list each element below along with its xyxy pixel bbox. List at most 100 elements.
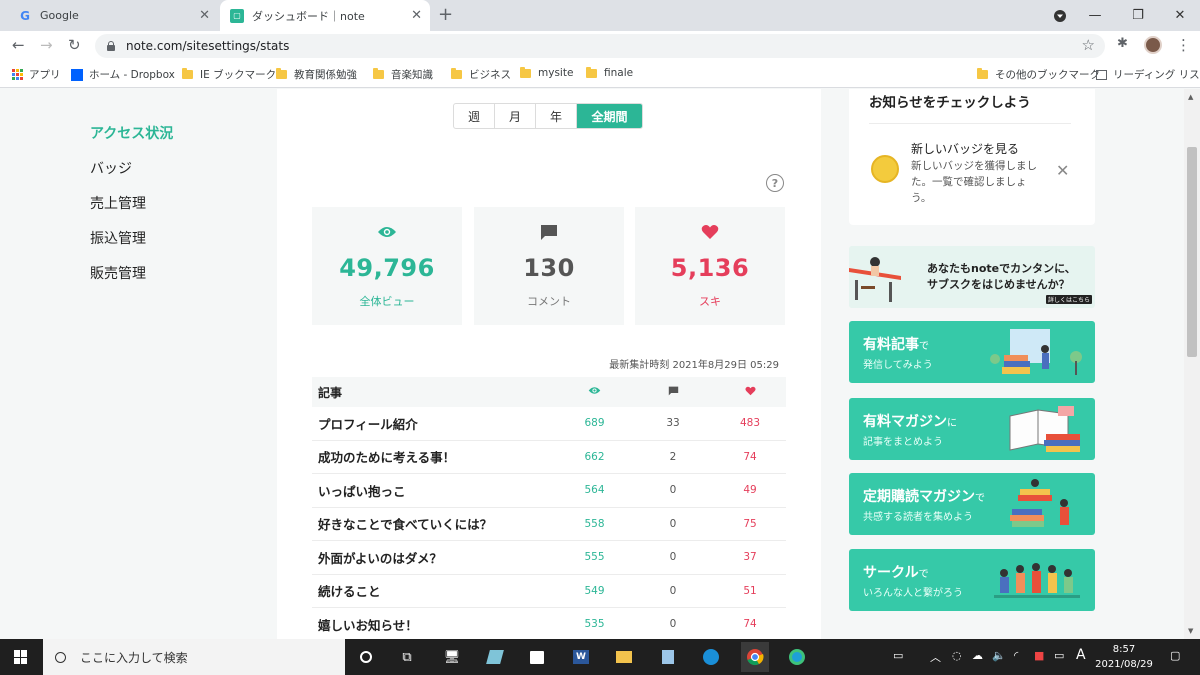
period-all-button[interactable]: 全期間 bbox=[577, 104, 642, 128]
details-button[interactable]: 詳しくはこちら bbox=[1046, 295, 1092, 304]
column-header-article: 記事 bbox=[318, 385, 343, 400]
extensions-puzzle-icon[interactable]: ✱ bbox=[1117, 36, 1128, 51]
profile-avatar[interactable] bbox=[1144, 36, 1162, 54]
bookmark-business[interactable]: ビジネス bbox=[451, 67, 511, 82]
comments-label: コメント bbox=[527, 295, 571, 308]
battery-icon[interactable]: ▭ bbox=[1054, 649, 1064, 662]
bookmark-music[interactable]: 音楽知識 bbox=[373, 67, 433, 82]
taskbar-clock[interactable]: 8:57 2021/08/29 bbox=[1094, 642, 1154, 672]
chrome-taskbar-icon[interactable] bbox=[741, 642, 769, 672]
subscription-promo-banner[interactable]: あなたもnoteでカンタンに、 サブスクをはじめませんか？ 詳しくはこちら bbox=[849, 246, 1095, 308]
circle-banner[interactable]: サークルで いろんな人と繋がろう bbox=[849, 549, 1095, 611]
forward-arrow-icon[interactable]: → bbox=[40, 36, 53, 54]
banner-title-main: 有料記事 bbox=[863, 337, 919, 353]
wifi-icon[interactable]: ◜ bbox=[1014, 649, 1018, 662]
sidebar-item-badges[interactable]: バッジ bbox=[90, 158, 173, 193]
compass-app-icon[interactable] bbox=[700, 647, 722, 667]
article-title[interactable]: 好きなことで食べていくには？ bbox=[312, 514, 557, 533]
article-title[interactable]: プロフィール紹介 bbox=[312, 414, 557, 433]
page-scrollbar[interactable]: ▲ ▼ bbox=[1184, 89, 1200, 639]
document-app-icon[interactable] bbox=[657, 647, 679, 667]
notice-title[interactable]: 新しいバッジを見る bbox=[911, 140, 1019, 157]
ime-indicator[interactable]: A bbox=[1076, 647, 1086, 663]
table-row[interactable]: 嬉しいお知らせ！ 535 0 74 bbox=[312, 608, 786, 639]
back-arrow-icon[interactable]: ← bbox=[12, 36, 25, 54]
show-hidden-icons-chevron-icon[interactable]: ︿ bbox=[930, 649, 941, 665]
cortana-circle-icon[interactable] bbox=[355, 647, 377, 667]
period-week-button[interactable]: 週 bbox=[454, 104, 495, 128]
notifications-icon[interactable]: ▢ bbox=[1170, 649, 1180, 662]
app-icon[interactable]: 🖥 bbox=[441, 647, 463, 667]
sidebar-item-access[interactable]: アクセス状況 bbox=[90, 123, 173, 158]
divider bbox=[869, 123, 1071, 124]
bookmark-mysite[interactable]: mysite bbox=[520, 66, 573, 79]
article-views: 662 bbox=[584, 450, 605, 463]
table-row[interactable]: プロフィール紹介 689 33 483 bbox=[312, 407, 786, 441]
windows-start-icon[interactable] bbox=[14, 650, 28, 664]
table-row[interactable]: 続けること 549 0 51 bbox=[312, 575, 786, 608]
period-year-button[interactable]: 年 bbox=[536, 104, 577, 128]
onedrive-cloud-icon[interactable]: ☁ bbox=[972, 649, 983, 662]
banner-title: 定期購読マガジンで bbox=[863, 486, 985, 506]
close-tab-icon[interactable]: ✕ bbox=[199, 8, 210, 23]
keyboard-icon[interactable]: ▭ bbox=[893, 649, 903, 662]
article-title[interactable]: 外面がよいのはダメ？ bbox=[312, 548, 557, 567]
bookmark-other[interactable]: その他のブックマーク bbox=[977, 67, 1100, 82]
table-row[interactable]: 外面がよいのはダメ？ 555 0 37 bbox=[312, 541, 786, 575]
article-title[interactable]: 続けること bbox=[312, 581, 557, 600]
bookmark-reading-list[interactable]: リーディング リスト bbox=[1096, 67, 1200, 82]
article-title[interactable]: 嬉しいお知らせ！ bbox=[312, 615, 557, 634]
bookmark-ie[interactable]: IE ブックマーク bbox=[182, 67, 276, 82]
tab-note-dashboard[interactable]: ▢ ダッシュボード｜note ✕ bbox=[220, 0, 430, 31]
task-view-icon[interactable]: ⧉ bbox=[396, 647, 418, 667]
close-window-button[interactable]: ✕ bbox=[1160, 0, 1200, 31]
scroll-down-arrow-icon[interactable]: ▼ bbox=[1188, 627, 1193, 635]
period-month-button[interactable]: 月 bbox=[495, 104, 536, 128]
bookmark-education[interactable]: 教育関係勉強 bbox=[276, 67, 357, 82]
sidebar-item-sales[interactable]: 売上管理 bbox=[90, 193, 173, 228]
article-title[interactable]: 成功のために考える事！ bbox=[312, 447, 557, 466]
article-likes: 37 bbox=[743, 551, 757, 564]
table-row[interactable]: いっぱい抱っこ 564 0 49 bbox=[312, 474, 786, 508]
volume-icon[interactable]: 🔈 bbox=[992, 649, 1006, 662]
bookmark-apps[interactable]: アプリ bbox=[12, 67, 61, 82]
bookmark-label: ビジネス bbox=[469, 69, 511, 81]
dropbox-icon bbox=[71, 68, 83, 81]
scroll-up-arrow-icon[interactable]: ▲ bbox=[1188, 93, 1193, 101]
article-title[interactable]: いっぱい抱っこ bbox=[312, 481, 557, 500]
reload-icon[interactable]: ↻ bbox=[68, 36, 81, 54]
bookmark-dropbox[interactable]: ホーム - Dropbox bbox=[71, 67, 175, 82]
profile-menu-icon[interactable] bbox=[1040, 0, 1080, 31]
taskbar-search-input[interactable]: ここに入力して検索 bbox=[43, 639, 345, 675]
folder-icon bbox=[182, 68, 193, 79]
word-icon[interactable]: W bbox=[570, 647, 592, 667]
store-bag-icon[interactable] bbox=[526, 647, 548, 667]
banner-subtitle: 記事をまとめよう bbox=[863, 437, 943, 448]
restore-window-button[interactable]: ❐ bbox=[1118, 0, 1158, 31]
edge-taskbar-icon[interactable] bbox=[786, 647, 808, 667]
more-menu-icon[interactable]: ⋮ bbox=[1176, 36, 1191, 54]
help-icon[interactable]: ? bbox=[766, 174, 784, 192]
minimize-window-button[interactable]: — bbox=[1075, 0, 1115, 31]
file-explorer-folder-icon[interactable] bbox=[613, 647, 635, 667]
address-bar[interactable]: note.com/sitesettings/stats ☆ bbox=[95, 34, 1105, 58]
article-comments: 0 bbox=[669, 618, 677, 631]
tab-google[interactable]: G Google ✕ bbox=[8, 0, 218, 31]
close-tab-icon[interactable]: ✕ bbox=[411, 8, 422, 23]
sidebar-item-orders[interactable]: 販売管理 bbox=[90, 263, 173, 298]
table-row[interactable]: 成功のために考える事！ 662 2 74 bbox=[312, 441, 786, 474]
bookmark-finale[interactable]: finale bbox=[586, 66, 633, 79]
paid-article-banner[interactable]: 有料記事で 発信してみよう bbox=[849, 321, 1095, 383]
bookmark-star-icon[interactable]: ☆ bbox=[1082, 36, 1095, 54]
sidebar-item-transfers[interactable]: 振込管理 bbox=[90, 228, 173, 263]
subscription-magazine-banner[interactable]: 定期購読マガジンで 共感する読者を集めよう bbox=[849, 473, 1095, 535]
tray-badge-icon[interactable]: ■ bbox=[1034, 649, 1044, 662]
scrollbar-thumb[interactable] bbox=[1187, 147, 1197, 357]
tray-app-icon[interactable]: ◌ bbox=[952, 649, 962, 662]
new-tab-button[interactable]: + bbox=[438, 4, 453, 25]
notes-app-icon[interactable] bbox=[484, 647, 506, 667]
clock-date: 2021/08/29 bbox=[1095, 659, 1153, 670]
paid-magazine-banner[interactable]: 有料マガジンに 記事をまとめよう bbox=[849, 398, 1095, 460]
table-row[interactable]: 好きなことで食べていくには？ 558 0 75 bbox=[312, 508, 786, 541]
close-icon[interactable]: ✕ bbox=[1056, 161, 1069, 180]
